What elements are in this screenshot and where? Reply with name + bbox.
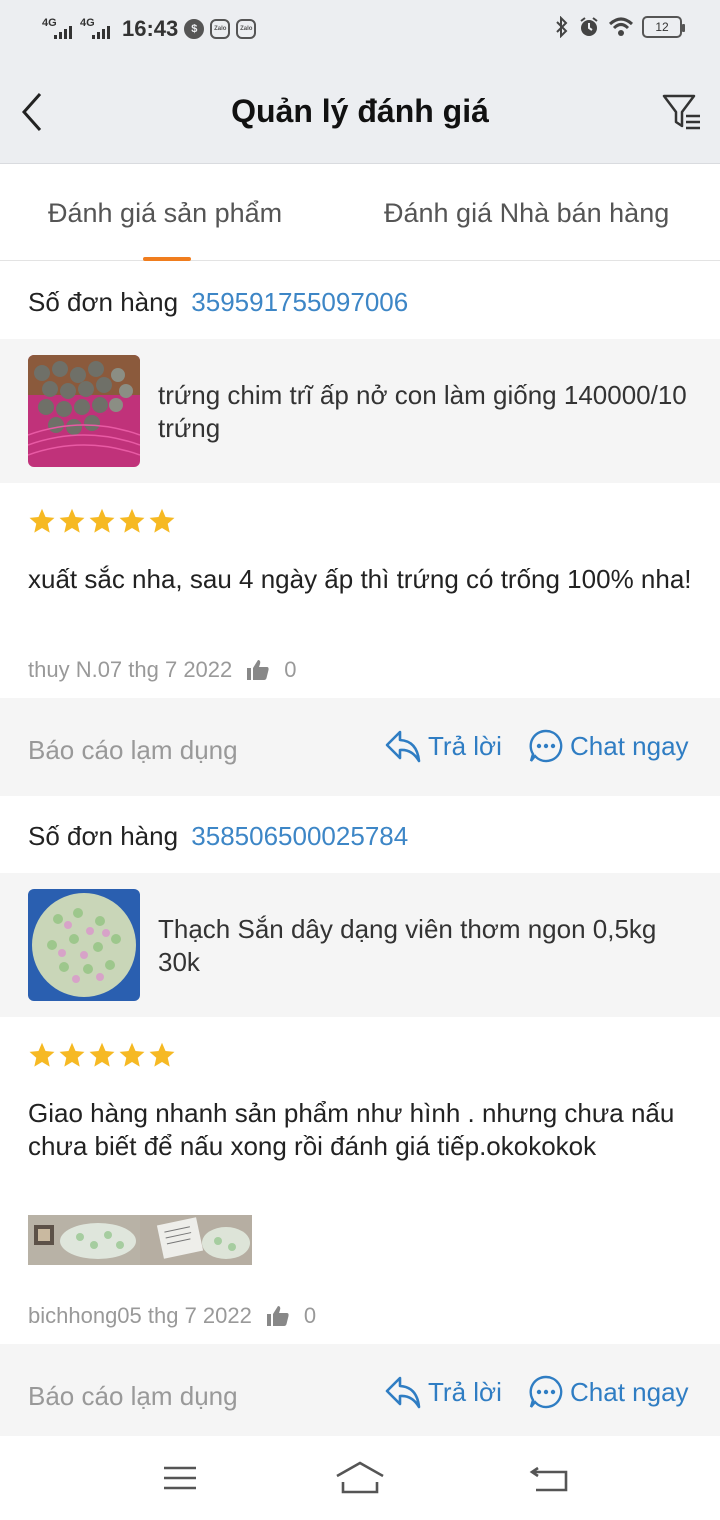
home-icon — [336, 1461, 384, 1494]
order-number[interactable]: 359591755097006 — [191, 287, 408, 317]
tab-product-reviews[interactable]: Đánh giá sản phẩm — [48, 198, 282, 229]
product-thumbnail — [28, 355, 140, 467]
zalo-icon: Zalo — [210, 19, 231, 39]
review-meta: thuy N.07 thg 7 2022 0 — [28, 657, 297, 683]
reviewer-date: thuy N.07 thg 7 2022 — [28, 657, 233, 682]
star-icon — [89, 508, 115, 533]
order-row: Số đơn hàng 359591755097006 — [28, 287, 408, 318]
clock: 16:43 — [122, 16, 179, 41]
review-photo[interactable] — [140, 1215, 252, 1265]
reply-button[interactable]: Trả lời — [384, 728, 502, 764]
star-icon — [89, 1042, 115, 1067]
wifi-icon — [608, 17, 634, 36]
star-icon — [29, 508, 55, 533]
chat-now-button[interactable]: Chat ngay — [528, 1374, 689, 1410]
status-left: 4G 4G 16:43 $ Zalo Zalo — [42, 16, 257, 42]
like-count: 0 — [284, 657, 297, 682]
reply-label: Trả lời — [428, 1376, 502, 1407]
battery-icon: 12 — [642, 16, 685, 38]
star-icon — [29, 1042, 55, 1067]
chat-bubble-icon — [529, 1375, 563, 1409]
system-nav-bar — [0, 1436, 720, 1520]
product-name: trứng chim trĩ ấp nở con làm giống 14000… — [158, 380, 687, 443]
chat-bubble-icon — [529, 729, 563, 763]
reply-icon — [385, 730, 421, 763]
signal-icon: 4G — [80, 17, 112, 41]
chat-now-button[interactable]: Chat ngay — [528, 728, 689, 764]
review-tabs: Đánh giá sản phẩm Đánh giá Nhà bán hàng — [0, 164, 720, 261]
report-abuse-link[interactable]: Báo cáo lạm dụng — [28, 735, 238, 766]
filter-icon — [662, 94, 700, 130]
alarm-icon — [580, 17, 598, 36]
review-photo[interactable] — [28, 1215, 140, 1265]
reply-icon — [385, 1376, 421, 1409]
review-card: Số đơn hàng 359591755097006 trứng chim t… — [0, 261, 720, 796]
page-title: Quản lý đánh giá — [231, 93, 489, 129]
back-icon — [529, 1466, 568, 1492]
like-count: 0 — [303, 1303, 317, 1328]
zalo-icon: Zalo — [236, 19, 257, 39]
product-row[interactable]: Thạch Sắn dây dạng viên thơm ngon 0,5kg … — [0, 873, 720, 1017]
product-row[interactable]: trứng chim trĩ ấp nở con làm giống 14000… — [0, 339, 720, 483]
review-actions: Báo cáo lạm dụng Trả lời Chat ngay — [0, 1344, 720, 1442]
review-card: Số đơn hàng 358506500025784 Thạch Sắn dâ… — [0, 795, 720, 1442]
reply-label: Trả lời — [428, 730, 502, 761]
review-photos — [28, 1215, 252, 1265]
home-button[interactable] — [334, 1460, 386, 1496]
status-right: 12 — [554, 16, 685, 38]
order-number[interactable]: 358506500025784 — [191, 821, 408, 851]
order-label: Số đơn hàng — [28, 821, 179, 851]
menu-icon — [164, 1466, 196, 1490]
review-meta: bichhong05 thg 7 2022 0 — [28, 1303, 316, 1329]
star-icon — [59, 508, 85, 533]
notification-icon: $ — [184, 19, 205, 39]
back-nav-button[interactable] — [528, 1460, 572, 1496]
reviewer-date: bichhong05 thg 7 2022 — [28, 1303, 252, 1328]
rating-stars — [28, 507, 176, 535]
filter-button[interactable] — [660, 90, 704, 134]
menu-button[interactable] — [158, 1460, 202, 1496]
tab-seller-reviews[interactable]: Đánh giá Nhà bán hàng — [384, 198, 669, 229]
product-name: Thạch Sắn dây dạng viên thơm ngon 0,5kg … — [158, 914, 657, 977]
review-actions: Báo cáo lạm dụng Trả lời Chat ngay — [0, 698, 720, 796]
star-icon — [149, 1042, 175, 1067]
star-icon — [119, 1042, 145, 1067]
reply-button[interactable]: Trả lời — [384, 1374, 502, 1410]
star-icon — [149, 508, 175, 533]
product-thumbnail — [28, 889, 140, 1001]
order-row: Số đơn hàng 358506500025784 — [28, 821, 408, 852]
review-comment: Giao hàng nhanh sản phẩm như hình . nhưn… — [28, 1098, 675, 1161]
chat-label: Chat ngay — [570, 730, 689, 761]
review-comment: xuất sắc nha, sau 4 ngày ấp thì trứng có… — [28, 564, 692, 594]
thumbs-up-icon[interactable] — [246, 659, 270, 681]
order-label: Số đơn hàng — [28, 287, 179, 317]
chat-label: Chat ngay — [570, 1376, 689, 1407]
thumbs-up-icon[interactable] — [266, 1305, 290, 1327]
rating-stars — [28, 1041, 176, 1069]
report-abuse-link[interactable]: Báo cáo lạm dụng — [28, 1381, 238, 1412]
app-header: Quản lý đánh giá — [0, 60, 720, 164]
signal-icon: 4G — [42, 17, 74, 41]
star-icon — [59, 1042, 85, 1067]
status-bar: 4G 4G 16:43 $ Zalo Zalo 12 — [0, 0, 720, 60]
star-icon — [119, 508, 145, 533]
bluetooth-icon — [556, 16, 568, 38]
